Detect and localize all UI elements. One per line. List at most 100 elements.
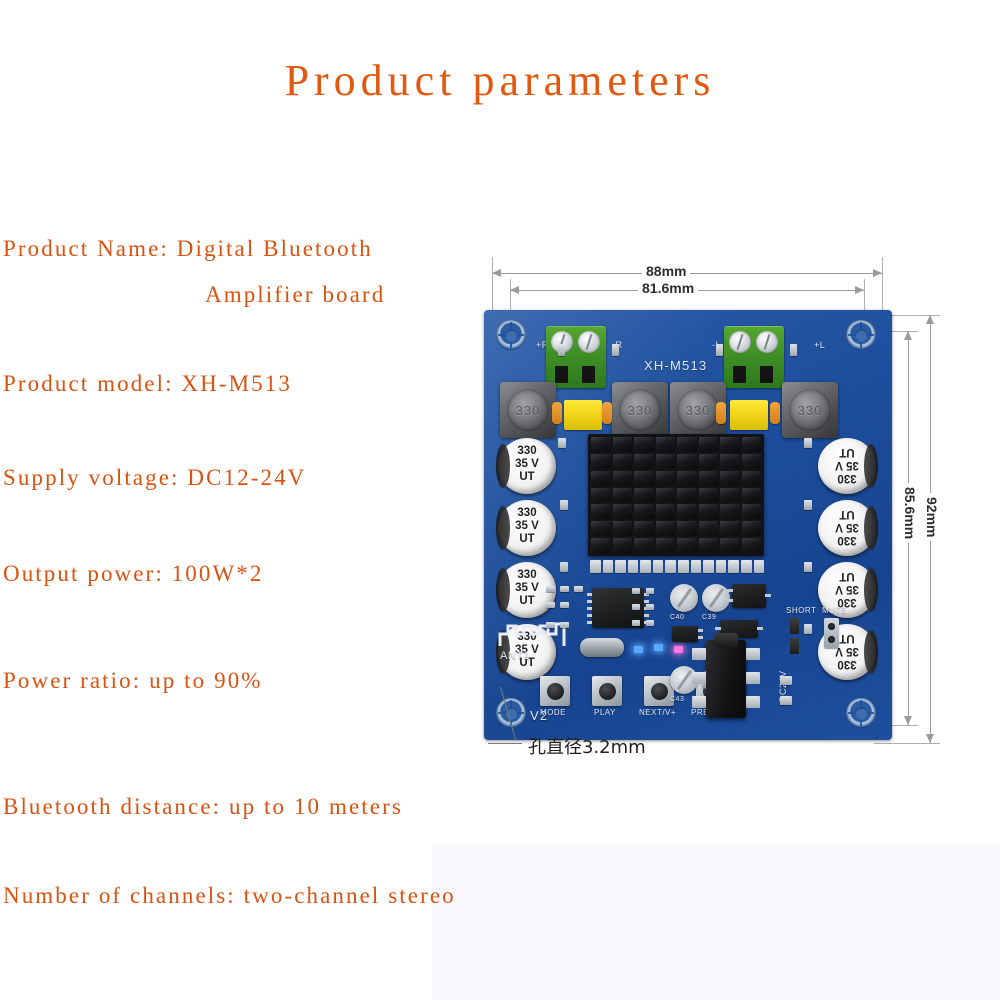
smd-part [632, 620, 640, 626]
mounting-hole-top-right [846, 320, 876, 350]
smd-part [574, 586, 583, 592]
product-spec-page: Product parameters Product Name: Digital… [0, 0, 1000, 1000]
smd-part [790, 344, 797, 356]
pcb-antenna-trace [498, 620, 584, 648]
cap-value: 330 [517, 507, 537, 519]
heatsink [588, 434, 764, 556]
terminal-wire-slot [555, 366, 568, 383]
smd-part [560, 500, 568, 510]
status-led-blue [634, 646, 643, 653]
mounting-hole-top-left [496, 320, 526, 350]
dim-arrow-92-top [926, 315, 934, 324]
dim-label-width-outer: 88mm [642, 263, 691, 279]
dim-arrow-92-bottom [926, 734, 934, 743]
hole-note-leader-horizontal [488, 743, 522, 744]
smd-part [546, 586, 555, 592]
screw-terminal-left-channel[interactable] [724, 326, 784, 388]
smd-part [780, 696, 792, 705]
dim-label-width-inner: 81.6mm [638, 280, 699, 296]
cap-series: UT [519, 595, 535, 607]
capacitor-right-1: 330 35 V UT [818, 438, 878, 494]
dim-arrow-856-top [904, 331, 912, 340]
status-led-blue-2 [654, 644, 663, 651]
silkscreen-model-label: XH-M513 [644, 358, 708, 373]
spec-bluetooth-distance: Bluetooth distance: up to 10 meters [3, 794, 403, 819]
smd-part [560, 602, 569, 608]
status-led-pink [674, 646, 683, 653]
smd-part [558, 438, 566, 448]
cap-series: UT [839, 570, 855, 582]
terminal-mark-l-plus: +L [814, 340, 826, 350]
dim-arrow-816-left [510, 286, 519, 294]
smd-capacitor-c40 [670, 584, 698, 612]
smd-capacitor-c39 [702, 584, 730, 612]
header-label-mute: MUTE [822, 606, 847, 615]
capacitor-left-2: 330 35 V UT [496, 500, 556, 556]
jumper-header-pins[interactable] [824, 618, 839, 648]
smd-part [560, 562, 568, 572]
terminal-wire-slot [733, 366, 746, 383]
crystal-oscillator [580, 638, 624, 657]
cap-value: 330 [517, 569, 537, 581]
dim-label-height-outer: 92mm [924, 493, 940, 542]
smd-part [646, 620, 654, 626]
dim-arrow-856-bottom [904, 716, 912, 725]
smd-part [804, 624, 812, 634]
cap-voltage: 35 V [835, 521, 859, 533]
cap-value: 330 [837, 534, 857, 546]
smd-part [804, 562, 812, 572]
spec-product-model: Product model: XH-M513 [3, 371, 292, 396]
sot-package [672, 626, 703, 642]
dim-ext-bottom-outer-v [874, 743, 940, 744]
button-play[interactable] [592, 676, 622, 706]
dc-power-jack[interactable] [692, 633, 760, 718]
orange-capacitor-4 [770, 402, 780, 424]
inductor-label: 330 [797, 403, 823, 418]
cap-series: UT [839, 446, 855, 458]
smd-part [560, 622, 569, 628]
smd-part [546, 602, 555, 608]
cap-value: 330 [517, 445, 537, 457]
inductor-label: 330 [627, 403, 653, 418]
cap-voltage: 35 V [515, 458, 539, 470]
cap-series: UT [839, 508, 855, 520]
smd-part [646, 588, 654, 594]
spec-number-of-channels: Number of channels: two-channel stereo [3, 883, 456, 908]
screw-terminal-right-channel[interactable] [546, 326, 606, 388]
smd-ref-c40: C40 [670, 614, 685, 621]
terminal-screw-icon [756, 331, 778, 353]
antenna-label: ANT1 [500, 650, 531, 662]
terminal-screw-icon [578, 331, 600, 353]
spec-product-name-line2: Amplifier board [205, 282, 386, 307]
mounting-hole-bottom-right [846, 698, 876, 728]
dim-arrow-88-left [492, 269, 501, 277]
inductor-label: 330 [515, 403, 541, 418]
pcb-board: XH-M513 V2 +R -R -L +L 330 [484, 310, 892, 740]
cap-series: UT [519, 471, 535, 483]
inductor-1: 330 [500, 382, 556, 438]
spec-product-name-line1: Product Name: Digital Bluetooth [3, 236, 373, 261]
smd-part [716, 344, 723, 356]
smd-part [612, 344, 619, 356]
cap-series: UT [839, 632, 855, 644]
inductor-3: 330 [670, 382, 726, 438]
capacitor-right-2: 330 35 V UT [818, 500, 878, 556]
cap-voltage: 35 V [835, 459, 859, 471]
button-mode[interactable] [540, 676, 570, 706]
inductor-label: 330 [685, 403, 711, 418]
amplifier-ic-pad-strip [590, 560, 765, 580]
smd-part [632, 604, 640, 610]
smd-part [558, 344, 565, 356]
spec-output-power: Output power: 100W*2 [3, 561, 264, 586]
dim-label-height-inner: 85.6mm [902, 483, 918, 544]
smd-part [632, 588, 640, 594]
dim-arrow-816-right [855, 286, 864, 294]
terminal-wire-slot [582, 366, 595, 383]
film-capacitor-2 [730, 400, 768, 430]
header-label-short: SHORT [786, 606, 817, 615]
inductor-4: 330 [782, 382, 838, 438]
smd-part [646, 604, 654, 610]
cap-series: UT [519, 533, 535, 545]
smd-resistor-r20 [790, 618, 799, 634]
smd-ref-c43: C43 [670, 696, 685, 703]
